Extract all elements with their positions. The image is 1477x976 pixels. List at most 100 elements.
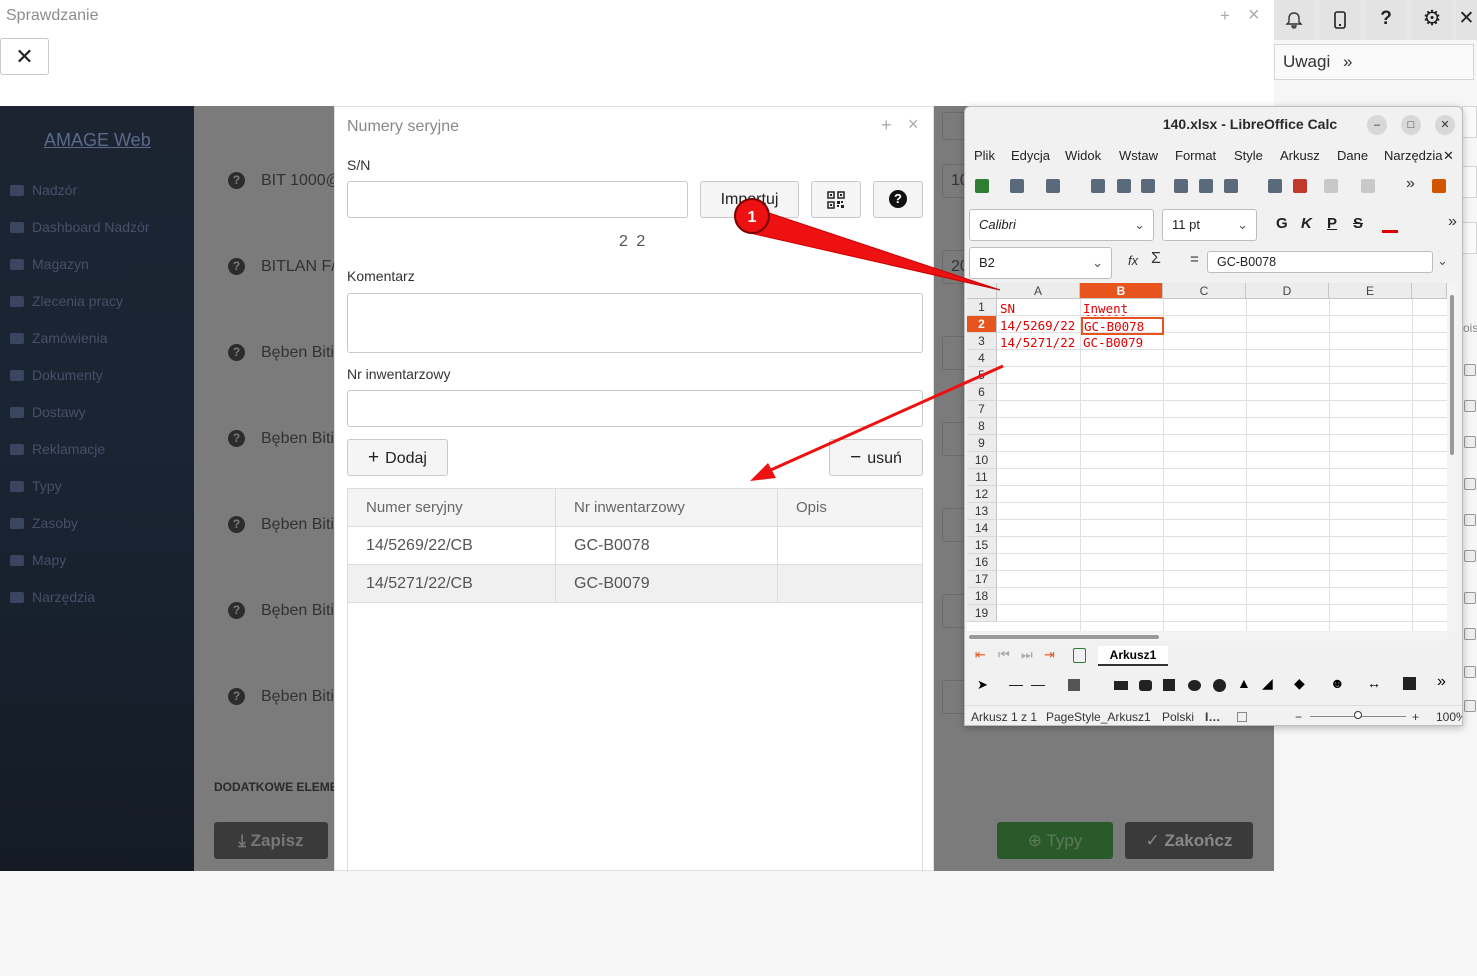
- zoom-level[interactable]: 100%: [1436, 710, 1462, 724]
- sidebar-item-dashboard[interactable]: Dashboard Nadzór: [10, 219, 150, 235]
- sidebar-item-typy[interactable]: Typy: [10, 478, 62, 494]
- inventory-input[interactable]: [347, 390, 923, 427]
- open-folder-icon[interactable]: [1010, 179, 1024, 193]
- row-header[interactable]: 14: [967, 520, 997, 537]
- row-header[interactable]: 5: [967, 367, 997, 384]
- last-sheet-icon[interactable]: ⇥: [1044, 647, 1055, 663]
- sidebar-item-zamowienia[interactable]: Zamówienia: [10, 330, 107, 346]
- help-icon[interactable]: ?: [228, 430, 245, 447]
- outer-maximize-button[interactable]: +: [1220, 6, 1230, 26]
- clipboard-icon[interactable]: [1464, 592, 1476, 604]
- clipboard-icon[interactable]: [1464, 478, 1476, 490]
- close-icon[interactable]: ✕: [1456, 0, 1477, 40]
- underline-button[interactable]: P: [1327, 215, 1337, 232]
- insert-mode-icon[interactable]: I…: [1205, 710, 1220, 724]
- print-icon[interactable]: [1117, 179, 1131, 193]
- add-sheet-icon[interactable]: [1073, 648, 1086, 663]
- menu-edycja[interactable]: Edycja: [1011, 148, 1050, 163]
- arrow-line-icon[interactable]: [1031, 685, 1045, 686]
- cell-b1[interactable]: Inwent: [1083, 301, 1163, 316]
- help-icon[interactable]: ?: [228, 172, 245, 189]
- language[interactable]: Polski: [1162, 710, 1194, 724]
- horizontal-scrollbar[interactable]: [967, 633, 1447, 641]
- cell-b2-selected[interactable]: GC-B0078: [1081, 317, 1164, 335]
- clear-format-icon[interactable]: [1293, 179, 1307, 193]
- save-button[interactable]: ⤓ Zapisz: [214, 822, 328, 859]
- clipboard-icon[interactable]: [1464, 436, 1476, 448]
- minimize-button[interactable]: –: [1367, 115, 1387, 135]
- scrollbar-thumb[interactable]: [969, 635, 1159, 639]
- row-header[interactable]: 7: [967, 401, 997, 418]
- ellipse-icon[interactable]: [1188, 680, 1201, 691]
- sum-icon[interactable]: Σ: [1151, 250, 1161, 268]
- row-header[interactable]: 4: [967, 350, 997, 367]
- row-header[interactable]: 13: [967, 503, 997, 520]
- bell-icon[interactable]: [1274, 0, 1314, 40]
- cell-b3[interactable]: GC-B0079: [1083, 335, 1163, 350]
- clipboard-icon[interactable]: [1464, 514, 1476, 526]
- next-sheet-icon[interactable]: ⏭: [1021, 647, 1033, 663]
- sidebar-item-magazyn[interactable]: Magazyn: [10, 256, 89, 272]
- save-icon[interactable]: [1046, 179, 1060, 193]
- formula-input[interactable]: GC-B0078: [1207, 251, 1433, 273]
- help-button[interactable]: ?: [873, 181, 923, 218]
- sidebar-item-nadzor[interactable]: Nadzór: [10, 182, 77, 198]
- help-icon[interactable]: ?: [1366, 0, 1406, 40]
- sidebar-item-zasoby[interactable]: Zasoby: [10, 515, 78, 531]
- notes-button[interactable]: Uwagi »: [1274, 44, 1474, 80]
- export-icon[interactable]: [1091, 179, 1105, 193]
- help-icon[interactable]: ?: [228, 344, 245, 361]
- italic-button[interactable]: K: [1301, 215, 1312, 232]
- column-header-serial[interactable]: Numer seryjny: [347, 488, 556, 527]
- menu-dane[interactable]: Dane: [1337, 148, 1368, 163]
- prev-sheet-icon[interactable]: ⏮: [998, 647, 1010, 663]
- row-header[interactable]: 8: [967, 418, 997, 435]
- menu-widok[interactable]: Widok: [1065, 148, 1101, 163]
- help-icon[interactable]: ?: [228, 258, 245, 275]
- comment-input[interactable]: [347, 293, 923, 353]
- clipboard-icon[interactable]: [1464, 628, 1476, 640]
- finish-button[interactable]: ✓ Zakończ: [1125, 822, 1253, 859]
- add-button[interactable]: + Dodaj: [347, 439, 448, 476]
- freeform-icon[interactable]: [1068, 679, 1080, 691]
- clipboard-icon[interactable]: [1464, 700, 1476, 712]
- row-header[interactable]: 12: [967, 486, 997, 503]
- expand-formula-icon[interactable]: ⌄: [1437, 253, 1448, 269]
- line-icon[interactable]: [1009, 685, 1023, 686]
- row-header[interactable]: 15: [967, 537, 997, 554]
- menu-arkusz[interactable]: Arkusz: [1280, 148, 1320, 163]
- rounded-rect-icon[interactable]: [1139, 680, 1152, 691]
- clipboard-icon[interactable]: [1464, 550, 1476, 562]
- cell-a3[interactable]: 14/5271/22: [1000, 335, 1080, 350]
- row-header[interactable]: 2: [967, 316, 997, 333]
- help-icon[interactable]: ?: [228, 516, 245, 533]
- close-button[interactable]: ✕: [0, 38, 49, 75]
- sidebar-item-narzedzia[interactable]: Narzędzia: [10, 589, 95, 605]
- font-name-select[interactable]: Calibri ⌄: [969, 209, 1154, 241]
- scrollbar-thumb[interactable]: [1450, 295, 1454, 455]
- sidebar-item-dostawy[interactable]: Dostawy: [10, 404, 86, 420]
- modal-maximize-button[interactable]: +: [881, 115, 892, 136]
- qr-code-button[interactable]: [811, 181, 861, 218]
- column-header-b[interactable]: B: [1080, 283, 1163, 299]
- vertical-scrollbar[interactable]: [1447, 283, 1457, 631]
- first-sheet-icon[interactable]: ⇤: [975, 647, 986, 663]
- row-header[interactable]: 6: [967, 384, 997, 401]
- copy-icon[interactable]: [1199, 179, 1213, 193]
- sidebar-item-reklamacje[interactable]: Reklamacje: [10, 441, 105, 457]
- row-header[interactable]: 17: [967, 571, 997, 588]
- import-button[interactable]: Importuj: [700, 181, 799, 218]
- spellcheck-icon[interactable]: [1432, 179, 1446, 193]
- zoom-slider-handle[interactable]: [1354, 711, 1362, 719]
- square-icon[interactable]: [1163, 679, 1175, 691]
- side-panel-box[interactable]: [1462, 166, 1477, 198]
- circle-icon[interactable]: [1213, 679, 1226, 692]
- calc-close-button[interactable]: ✕: [1435, 115, 1455, 135]
- clone-format-icon[interactable]: [1268, 179, 1282, 193]
- redo-icon[interactable]: [1361, 179, 1375, 193]
- menu-plik[interactable]: Plik: [974, 148, 995, 163]
- clipboard-icon[interactable]: [1464, 666, 1476, 678]
- help-icon[interactable]: ?: [228, 688, 245, 705]
- column-header-a[interactable]: A: [997, 283, 1080, 299]
- column-header-description[interactable]: Opis: [777, 488, 923, 527]
